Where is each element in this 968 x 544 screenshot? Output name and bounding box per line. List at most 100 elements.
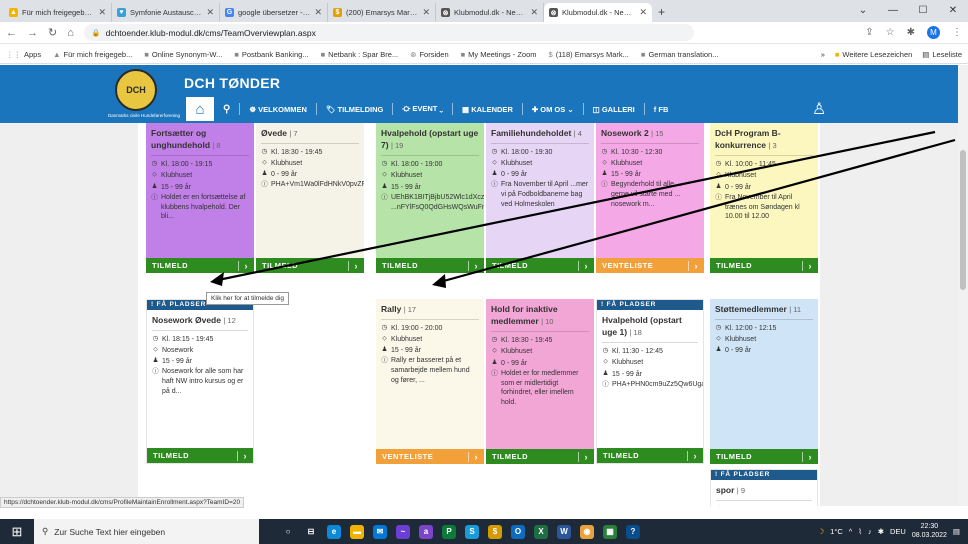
explorer-icon[interactable]: ▬ <box>350 524 364 539</box>
bookmark-item[interactable]: ⊗ Forsiden <box>410 50 448 59</box>
edge-icon[interactable]: e <box>327 524 341 539</box>
club-logo[interactable]: DCH <box>115 69 157 111</box>
bookmark-item[interactable]: ■ Netbank : Spar Bre... <box>321 50 399 59</box>
bookmark-item[interactable]: ■ Online Synonym-W... <box>144 50 222 59</box>
app-dollar-icon[interactable]: $ <box>488 524 502 539</box>
language[interactable]: DEU <box>890 527 906 536</box>
reload-icon[interactable]: ↻ <box>48 26 57 39</box>
bookmark-item[interactable]: ⋮⋮ Apps <box>6 50 41 59</box>
close-tab-icon[interactable]: ✕ <box>314 7 322 18</box>
app-a-icon[interactable]: a <box>419 524 433 539</box>
app-p-icon[interactable]: P <box>442 524 456 539</box>
word-icon[interactable]: W <box>557 524 571 539</box>
tray-expand-icon[interactable]: ^ <box>849 527 853 536</box>
card-title[interactable]: spor | 9 <box>716 484 812 497</box>
enroll-button[interactable]: TILMELD › <box>486 449 594 464</box>
browser-tab[interactable]: ⊗Klubmodul.dk - Nem klubad✕ <box>544 3 652 22</box>
browser-tab[interactable]: ⊗Klubmodul.dk - Nem klubad✕ <box>436 3 544 22</box>
excel-icon[interactable]: X <box>534 524 548 539</box>
temperature[interactable]: 1°C <box>830 527 843 536</box>
enroll-button[interactable]: TILMELD › <box>486 258 594 273</box>
volume-icon[interactable]: ♪ <box>868 527 872 536</box>
minimize-button[interactable]: — <box>878 0 908 22</box>
menu-kebab-icon[interactable]: ⋮ <box>952 27 962 38</box>
bookmark-item[interactable]: $ (118) Emarsys Mark... <box>549 50 629 59</box>
reading-list[interactable]: ▤ Leseliste <box>922 50 962 59</box>
bookmark-item[interactable]: ▲ Für mich freigegeb... <box>53 50 132 59</box>
network-icon[interactable]: ⌇ <box>858 527 862 536</box>
card-title[interactable]: Familiehundeholdet | 4 <box>491 127 589 140</box>
waitlist-button[interactable]: VENTELISTE › <box>376 449 484 464</box>
menu-item[interactable]: ⛮ EVENT ⌄ <box>402 104 443 114</box>
close-window-button[interactable]: ✕ <box>938 0 968 22</box>
browser-tab[interactable]: $(200) Emarsys Marketing Pl✕ <box>328 3 436 22</box>
menu-item[interactable]: 🏷 TILMELDING <box>326 105 383 114</box>
card-title[interactable]: Rally | 17 <box>381 303 479 316</box>
enroll-button[interactable]: TILMELD › <box>147 448 253 463</box>
profile-avatar[interactable]: M <box>927 26 940 39</box>
menu-item[interactable]: ▦ KALENDER <box>462 105 513 114</box>
bluetooth-icon[interactable]: ✱ <box>878 527 884 536</box>
back-icon[interactable]: ← <box>6 27 17 39</box>
card-title[interactable]: Nosework 2 | 15 <box>601 127 699 140</box>
search-icon[interactable]: ⚲ <box>223 104 230 115</box>
card-title[interactable]: Nosework Øvede | 12 <box>152 314 248 327</box>
menu-item[interactable]: ◫ GALLERI <box>593 105 635 114</box>
url-field[interactable]: 🔒 dchtoender.klub-modul.dk/cms/TeamOverv… <box>83 24 694 41</box>
home-button[interactable]: ⌂ <box>186 97 214 121</box>
browser-tab[interactable]: ♥Symfonie Austauschbares F✕ <box>112 3 220 22</box>
enroll-button[interactable]: TILMELD › <box>710 449 818 464</box>
close-tab-icon[interactable]: ✕ <box>422 7 430 18</box>
enroll-button[interactable]: TILMELD › <box>710 258 818 273</box>
windows-start-icon[interactable]: ⊞ <box>0 519 34 544</box>
page-scrollbar[interactable] <box>958 65 968 506</box>
bookmark-item[interactable]: ■ German translation... <box>641 50 719 59</box>
other-bookmarks[interactable]: ■ Weitere Lesezeichen <box>835 50 912 59</box>
close-tab-icon[interactable]: ✕ <box>98 7 106 18</box>
forward-icon[interactable]: → <box>27 27 38 39</box>
maximize-button[interactable]: ☐ <box>908 0 938 22</box>
browser-tab[interactable]: ▲Für mich freigegeben – Goo✕ <box>4 3 112 22</box>
enroll-button[interactable]: TILMELD › <box>597 448 703 463</box>
waitlist-button[interactable]: VENTELISTE › <box>596 258 704 273</box>
card-title[interactable]: Fortsætter og unghundehold | 8 <box>151 127 249 152</box>
menu-item[interactable]: ✚ OM OS ⌄ <box>532 105 574 114</box>
clock[interactable]: 22:30 08.03.2022 <box>912 523 947 540</box>
scrollbar-thumb[interactable] <box>960 150 966 290</box>
enroll-button[interactable]: TILMELD › <box>146 258 254 273</box>
extensions-icon[interactable]: ✱ <box>907 27 915 38</box>
mail-icon[interactable]: ✉ <box>373 524 387 539</box>
weather-icon[interactable]: ☽ <box>817 527 824 536</box>
card-title[interactable]: Hvalpehold (opstart uge 1) | 18 <box>602 314 698 339</box>
site-brand[interactable]: DCH TØNDER <box>184 75 280 91</box>
close-tab-icon[interactable]: ✕ <box>639 7 647 18</box>
bookmark-item[interactable]: ■ Postbank Banking... <box>234 50 308 59</box>
task-view-icon[interactable]: ⊟ <box>304 525 318 539</box>
card-title[interactable]: DcH Program B-konkurrence | 3 <box>715 127 813 152</box>
close-tab-icon[interactable]: ✕ <box>530 7 538 18</box>
calendar-icon[interactable]: ▦ <box>603 524 617 539</box>
skype-icon[interactable]: S <box>465 524 479 539</box>
home-icon[interactable]: ⌂ <box>67 27 74 39</box>
help-icon[interactable]: ? <box>626 524 640 539</box>
chrome-icon[interactable]: ◉ <box>580 524 594 539</box>
cortana-icon[interactable]: ○ <box>281 525 295 539</box>
messenger-icon[interactable]: ~ <box>396 524 410 539</box>
outlook-icon[interactable]: O <box>511 524 525 539</box>
bookmarks-more[interactable]: » <box>821 50 825 59</box>
card-title[interactable]: Hvalpehold (opstart uge 7) | 19 <box>381 127 479 152</box>
browser-tab[interactable]: Ggoogle übersetzer - Google✕ <box>220 3 328 22</box>
new-tab-button[interactable]: + <box>652 5 671 22</box>
close-tab-icon[interactable]: ✕ <box>206 7 214 18</box>
card-title[interactable]: Øvede | 7 <box>261 127 359 140</box>
share-icon[interactable]: ⇪ <box>865 27 873 38</box>
card-title[interactable]: Støttemedlemmer | 11 <box>715 303 813 316</box>
notifications-icon[interactable]: ▤ <box>953 527 960 536</box>
menu-item[interactable]: ☸ VELKOMMEN <box>249 105 307 114</box>
tab-search-icon[interactable]: ⌄ <box>848 0 878 22</box>
menu-item[interactable]: f FB <box>654 105 669 114</box>
bookmark-item[interactable]: ■ My Meetings - Zoom <box>461 50 537 59</box>
user-icon[interactable]: ♙ <box>812 99 826 119</box>
taskbar-search[interactable]: ⚲ Zur Suche Text hier eingeben <box>34 519 259 544</box>
enroll-button[interactable]: TILMELD › <box>256 258 364 273</box>
